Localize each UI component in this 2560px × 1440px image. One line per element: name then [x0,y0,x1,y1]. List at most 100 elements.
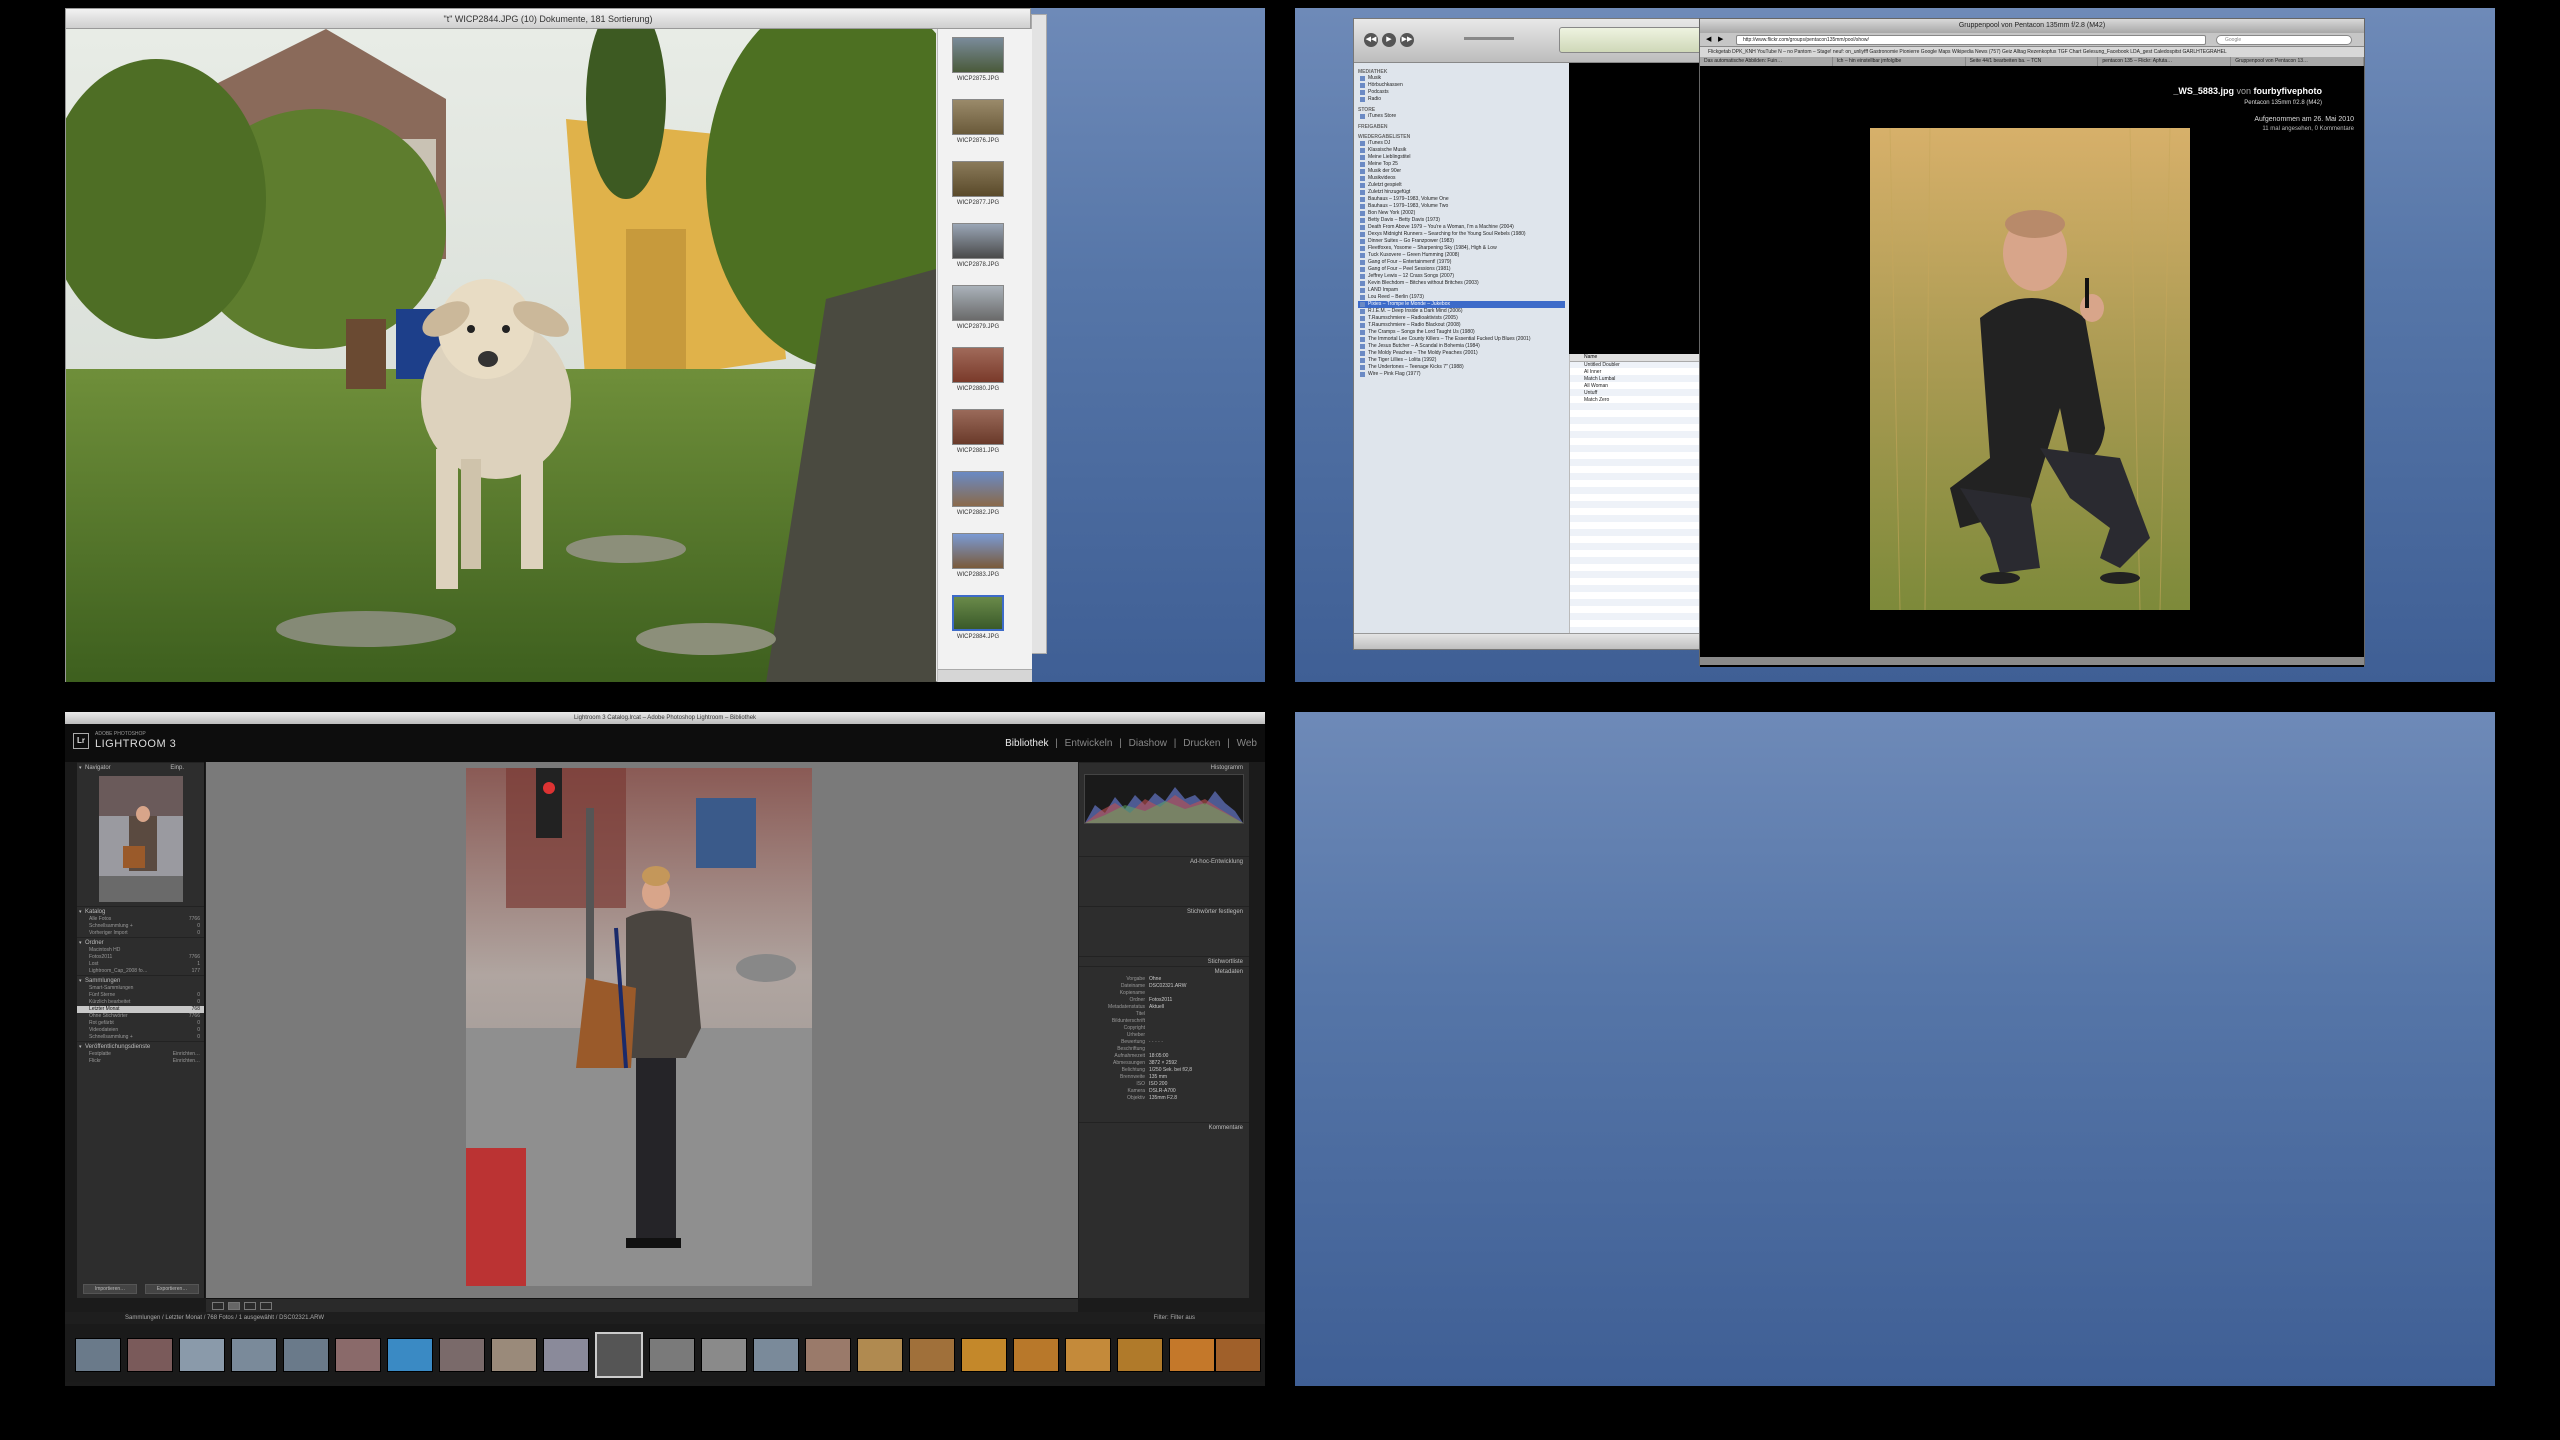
film-thumbnail[interactable] [231,1338,277,1372]
desktop-space-1[interactable]: "t" WICP2844.JPG (10) Dokumente, 181 Sor… [65,8,1265,682]
navigator-panel-header[interactable]: Navigator Einp. [77,762,204,773]
library-item[interactable]: Radio [1358,96,1565,103]
metadata-value[interactable]: ISO 200 [1149,1081,1167,1088]
track-row[interactable]: Untitled Doubler [1570,362,1702,369]
playlist-item[interactable]: Lou Reed – Berlin (1973) [1358,294,1565,301]
module-picker[interactable]: Bibliothek | Entwickeln | Diashow | Druc… [1001,738,1257,749]
metadata-value[interactable]: 135mm F2.8 [1149,1095,1177,1102]
playlist-item[interactable]: Tuck Kusovere – Green Humming (2008) [1358,252,1565,259]
metadata-value[interactable]: 1/250 Sek. bei f/2,8 [1149,1067,1192,1074]
playlist-item[interactable]: Bauhaus – 1979–1983, Volume One [1358,196,1565,203]
module-web[interactable]: Web [1237,738,1257,749]
film-thumbnail[interactable] [179,1338,225,1372]
browser-tab[interactable]: Das automatische Abbilden: Fuin… [1700,57,1833,66]
panel-row[interactable]: Lost 1 [77,961,204,968]
browser-tab[interactable]: Ich – hin einstellbar jmfolglbe [1833,57,1966,66]
panel-row[interactable]: Rot gefärbt 0 [77,1020,204,1027]
panel-row[interactable]: Videodateien 0 [77,1027,204,1034]
photo-group[interactable]: Pentacon 135mm f/2.8 (M42) [2244,100,2322,106]
left-panel[interactable]: Navigator Einp. Katalog Alle Fotos7766Sc… [77,762,205,1298]
film-thumbnail[interactable] [909,1338,955,1372]
store-item[interactable]: iTunes Store [1358,113,1565,120]
itunes-window[interactable]: ◀◀ ▶ ▶▶ MEDIATHEK Musik Hörbuchkassen Podc… [1353,18,1704,650]
film-thumbnail[interactable] [387,1338,433,1372]
playlist-item[interactable]: Gang of Four – Entertainment! (1979) [1358,259,1565,266]
metadata-value[interactable]: Ohne [1149,976,1161,983]
film-thumbnail[interactable] [543,1338,589,1372]
film-thumbnail[interactable] [335,1338,381,1372]
panel-row[interactable]: Festplatte Einrichten… [77,1051,204,1058]
thumbnail-sidebar[interactable]: WICP2875.JPG WICP2876.JPG WICP2877.JPG W… [937,29,1032,682]
search-field[interactable]: Google [2216,35,2352,45]
panel-row[interactable]: Smart-Sammlungen [77,985,204,992]
thumbnail-item[interactable]: WICP2879.JPG [950,285,1006,330]
film-thumbnail[interactable] [961,1338,1007,1372]
panel-row[interactable]: Schnellsammlung + 0 [77,923,204,930]
thumbnail-item[interactable]: WICP2881.JPG [950,409,1006,454]
export-button[interactable]: Exportieren… [145,1284,199,1294]
module-develop[interactable]: Entwickeln [1065,738,1113,749]
film-thumbnail[interactable] [127,1338,173,1372]
panel-row[interactable]: Kürzlich bearbeitet 0 [77,999,204,1006]
metadata-value[interactable]: · · · · · [1149,1039,1163,1046]
photo-title[interactable]: _WS_5883.jpg [2173,86,2234,96]
playlist-item[interactable]: Bon New York (2002) [1358,210,1565,217]
metadata-value[interactable]: 18:05:00 [1149,1053,1168,1060]
desktop-space-2[interactable]: ◀◀ ▶ ▶▶ MEDIATHEK Musik Hörbuchkassen Podc… [1295,8,2495,682]
back-icon[interactable]: ◀ [1706,35,1711,43]
keyword-list-panel-header[interactable]: Stichwortliste [1079,956,1249,966]
photo-author[interactable]: fourbyfivephoto [2254,86,2323,96]
address-bar[interactable]: http://www.flickr.com/groups/pentacon135… [1736,35,2206,45]
catalog-panel-header[interactable]: Katalog [77,906,204,917]
desktop-space-4[interactable] [1295,712,2495,1386]
compare-view-icon[interactable] [244,1302,256,1310]
film-thumbnail[interactable] [649,1338,695,1372]
loupe-view-icon[interactable] [228,1302,240,1310]
metadata-value[interactable]: DSC02321.ARW [1149,983,1186,990]
film-thumbnail-selected[interactable] [595,1332,643,1378]
film-thumbnail[interactable] [857,1338,903,1372]
thumbnail-item[interactable]: WICP2884.JPG [950,595,1006,640]
play-icon[interactable]: ▶ [1382,33,1396,47]
bookmarks-bar[interactable]: Flickgetab DPK_KNH YouTube N – no Pantom… [1700,47,2364,57]
track-row[interactable]: Match Lumbal [1570,376,1702,383]
next-icon[interactable]: ▶▶ [1400,33,1414,47]
playlist-item[interactable]: Musik der 90er [1358,168,1565,175]
track-row[interactable]: Match Zero [1570,397,1702,404]
panel-row[interactable]: Schnellsammlung + 0 [77,1034,204,1041]
playlist-item[interactable]: Dinner Suites – Go Franzpower (1983) [1358,238,1565,245]
portrait-photo[interactable] [1870,128,2190,610]
module-print[interactable]: Drucken [1183,738,1220,749]
filmstrip[interactable] [65,1324,1265,1382]
library-toolbar[interactable] [206,1298,1078,1312]
browser-tab[interactable]: Gruppenpool von Pentacon 13… [2231,57,2364,66]
module-library[interactable]: Bibliothek [1005,738,1048,749]
film-thumbnail[interactable] [439,1338,485,1372]
playlist-item[interactable]: The Moldy Peaches – The Moldy Peaches (2… [1358,350,1565,357]
thumbnail-sidebar-controls[interactable] [938,669,1032,682]
metadata-value[interactable]: 135 mm [1149,1074,1167,1081]
playlist-item[interactable]: T.Raumschmiere – Radioaktivists (2005) [1358,315,1565,322]
import-button[interactable]: Importieren… [83,1284,137,1294]
thumbnail-item[interactable]: WICP2883.JPG [950,533,1006,578]
panel-row[interactable]: Letzter Monat 768 [77,1006,204,1013]
previous-icon[interactable]: ◀◀ [1364,33,1378,47]
histogram-panel-header[interactable]: Histogramm [1079,762,1249,772]
panel-row[interactable]: Fotos2011 7766 [77,954,204,961]
collections-panel-header[interactable]: Sammlungen [77,975,204,986]
publish-panel-header[interactable]: Veröffentlichungsdienste [77,1041,204,1052]
navigator-preview[interactable] [98,776,183,902]
column-name[interactable]: Name [1570,354,1702,362]
panel-row[interactable]: Ohne Stichwörter 7766 [77,1013,204,1020]
panel-row[interactable]: Flickr Einrichten… [77,1058,204,1065]
playlist-item[interactable]: Dexys Midnight Runners – Searching for t… [1358,231,1565,238]
preview-window[interactable]: "t" WICP2844.JPG (10) Dokumente, 181 Sor… [65,8,1032,682]
track-row[interactable]: Al Inner [1570,369,1702,376]
desktop-space-3[interactable]: Lightroom 3 Catalog.lrcat – Adobe Photos… [65,712,1265,1386]
playlist-item[interactable]: Kevin Blechdom – Bitches without Britche… [1358,280,1565,287]
film-thumbnail[interactable] [753,1338,799,1372]
filter-value[interactable]: Filter aus [1170,1315,1195,1321]
library-item[interactable]: Musik [1358,75,1565,82]
folders-panel-header[interactable]: Ordner [77,937,204,948]
playlist-item[interactable]: Betty Davis – Betty Davis (1973) [1358,217,1565,224]
